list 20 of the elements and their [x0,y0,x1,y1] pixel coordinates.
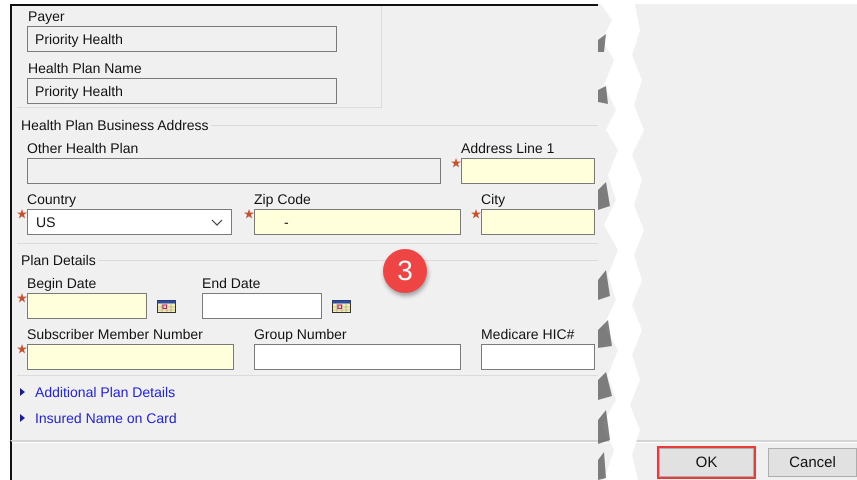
field-label: Medicare HIC# [481,325,576,343]
dialog-button[interactable]: OK [659,448,754,477]
field-label: City [481,190,506,208]
field-label: Begin Date [27,274,98,292]
field-label: Zip Code [254,190,312,208]
field-label: Address Line 1 [461,139,556,157]
expander-link[interactable]: Insured Name on Card [19,405,177,431]
field-label: Health Plan Name [27,59,142,77]
dialog-button[interactable]: Cancel [768,448,857,477]
section-title: Health Plan Business Address [20,116,210,134]
field-label: Other Health Plan [27,139,140,157]
field-label: Payer [27,7,65,25]
field-label: Country [27,190,78,208]
field-label: Subscriber Member Number [27,325,204,343]
input-field[interactable]: - [254,209,461,235]
section-title: Plan Details [20,251,97,269]
field-label: End Date [202,274,262,292]
dropdown[interactable]: US [27,209,232,235]
expander-link[interactable]: Additional Plan Details [19,379,176,405]
field-label: Group Number [254,325,348,343]
